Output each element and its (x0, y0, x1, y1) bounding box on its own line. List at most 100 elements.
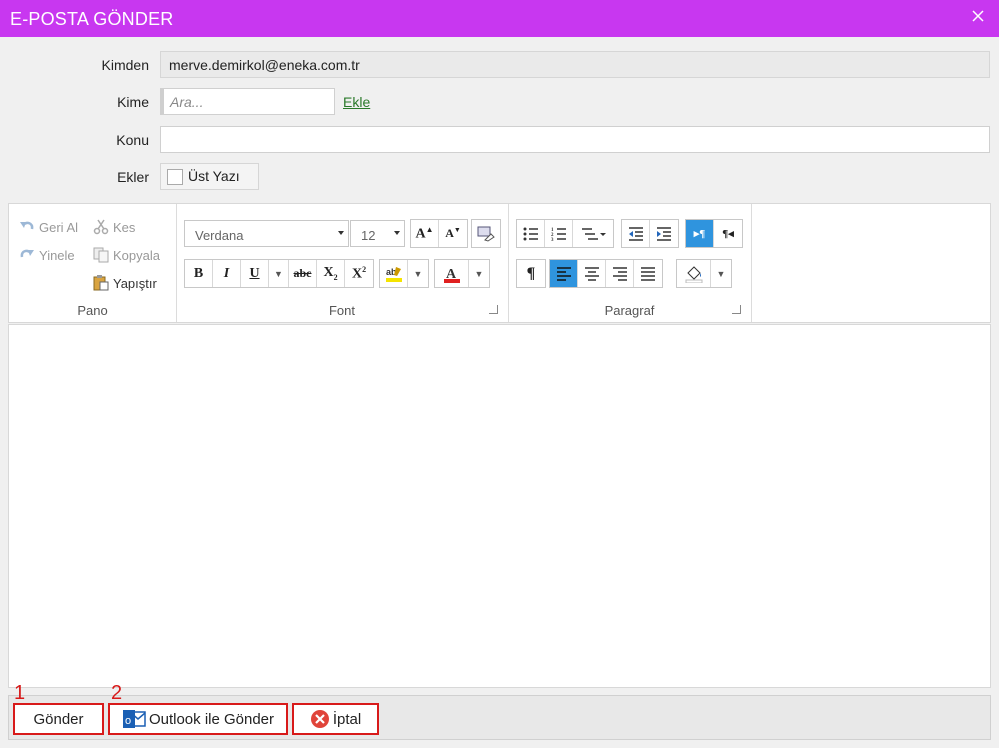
svg-text:3: 3 (551, 238, 554, 241)
text-style-group: B I U ▼ abc X2 X2 (184, 259, 374, 288)
show-formatting-button[interactable]: ¶ (517, 260, 545, 287)
chevron-down-icon (338, 231, 344, 235)
checkbox-icon[interactable] (167, 169, 183, 185)
shrink-font-button[interactable]: A▼ (439, 220, 467, 247)
shading-dropdown[interactable]: ▼ (711, 260, 731, 287)
chevron-down-icon: ▼ (474, 268, 484, 279)
shading-button[interactable] (677, 260, 711, 287)
dialog-launcher-icon[interactable] (732, 305, 741, 314)
cancel-label: İptal (332, 710, 362, 728)
cancel-icon (310, 710, 329, 728)
font-group-name: Font (328, 303, 355, 318)
font-size-buttons: A▲ A▼ (410, 219, 468, 248)
paragraph-group: 123 ▸¶ ¶◂ ¶ ▼ Paragraf (508, 204, 752, 322)
underline-button[interactable]: U (241, 260, 269, 287)
paste-button[interactable]: Yapıştır (93, 275, 157, 291)
indent-group (621, 219, 679, 248)
align-center-button[interactable] (578, 260, 606, 287)
highlight-dropdown[interactable]: ▼ (408, 260, 428, 287)
undo-button[interactable]: Geri Al (19, 219, 78, 235)
copy-button[interactable]: Kopyala (93, 247, 160, 263)
redo-label: Yinele (39, 248, 75, 263)
font-size-select[interactable]: 12 (350, 220, 405, 247)
multilevel-list-button[interactable] (573, 220, 613, 247)
justify-icon (641, 266, 655, 281)
cancel-button[interactable]: İptal (292, 703, 379, 735)
align-left-button[interactable] (550, 260, 578, 287)
chevron-down-icon: ▼ (413, 268, 423, 279)
clipboard-group-name: Pano (77, 303, 108, 318)
outdent-icon (628, 226, 643, 241)
font-color-icon: A (443, 267, 460, 283)
font-group: Verdana 12 A▲ A▼ B I U ▼ abc X2 X2 ab ▼ (176, 204, 509, 322)
dialog-launcher-icon[interactable] (489, 305, 498, 314)
ltr-icon: ▸¶ (693, 228, 706, 240)
window-title: E-POSTA GÖNDER (10, 9, 174, 29)
font-color-button[interactable]: A (435, 260, 469, 287)
paint-bucket-icon (685, 265, 702, 283)
font-color-dropdown[interactable]: ▼ (469, 260, 489, 287)
subject-input[interactable] (160, 126, 990, 153)
to-input[interactable]: Ara... (160, 88, 335, 115)
scissors-icon (93, 219, 109, 235)
add-recipient-link[interactable]: Ekle (343, 94, 370, 110)
italic-icon: I (223, 265, 230, 281)
cut-button[interactable]: Kes (93, 219, 135, 235)
highlight-button[interactable]: ab (380, 260, 408, 287)
grow-font-icon: A▲ (415, 224, 434, 242)
justify-button[interactable] (634, 260, 662, 287)
superscript-icon: X2 (351, 264, 367, 282)
cut-label: Kes (113, 220, 136, 235)
italic-button[interactable]: I (213, 260, 241, 287)
align-right-button[interactable] (606, 260, 634, 287)
clear-format-group (471, 219, 501, 248)
redo-button[interactable]: Yinele (19, 247, 75, 263)
close-icon[interactable] (971, 9, 985, 23)
subscript-button[interactable]: X2 (317, 260, 345, 287)
list-group: 123 (516, 219, 614, 248)
outlook-icon: o (122, 710, 146, 728)
message-body-editor[interactable] (8, 324, 991, 688)
bullet-list-button[interactable] (517, 220, 545, 247)
multilevel-list-icon (582, 227, 606, 240)
paste-label: Yapıştır (113, 276, 157, 291)
strikethrough-button[interactable]: abc (289, 260, 317, 287)
from-label: Kimden (101, 57, 149, 73)
numbered-list-button[interactable]: 123 (545, 220, 573, 247)
from-value: merve.demirkol@eneka.com.tr (169, 57, 360, 73)
undo-icon (20, 221, 34, 230)
cover-letter-label: Üst Yazı (188, 168, 240, 184)
eraser-icon (477, 226, 495, 242)
font-family-value: Verdana (195, 228, 244, 243)
align-center-icon (584, 266, 599, 281)
attachments-label: Ekler (117, 169, 149, 185)
font-size-value: 12 (361, 228, 376, 243)
redo-icon (20, 249, 34, 258)
rtl-button[interactable]: ¶◂ (714, 220, 742, 247)
send-with-outlook-label: Outlook ile Gönder (148, 710, 275, 728)
chevron-down-icon: ▼ (716, 268, 726, 279)
shading-group: ▼ (676, 259, 732, 288)
ltr-button[interactable]: ▸¶ (686, 220, 714, 247)
clear-formatting-button[interactable] (472, 220, 500, 247)
to-label: Kime (117, 94, 149, 110)
clipboard-group: Geri Al Yinele Kes Kopyala Yapıştır Pano (9, 204, 177, 322)
bullet-list-icon (523, 227, 538, 240)
font-family-select[interactable]: Verdana (184, 220, 349, 247)
from-field: merve.demirkol@eneka.com.tr (160, 51, 990, 78)
send-button[interactable]: Gönder (13, 703, 104, 735)
highlighter-icon: ab (385, 266, 402, 282)
paste-icon (93, 275, 109, 291)
decrease-indent-button[interactable] (622, 220, 650, 247)
cover-letter-toggle[interactable]: Üst Yazı (160, 163, 259, 190)
subject-label: Konu (116, 132, 149, 148)
superscript-button[interactable]: X2 (345, 260, 373, 287)
font-color-group: A ▼ (434, 259, 490, 288)
underline-dropdown[interactable]: ▼ (269, 260, 289, 287)
bold-button[interactable]: B (185, 260, 213, 287)
align-right-icon (612, 266, 627, 281)
grow-font-button[interactable]: A▲ (411, 220, 439, 247)
send-with-outlook-button[interactable]: o Outlook ile Gönder (108, 703, 288, 735)
direction-group: ▸¶ ¶◂ (685, 219, 743, 248)
increase-indent-button[interactable] (650, 220, 678, 247)
